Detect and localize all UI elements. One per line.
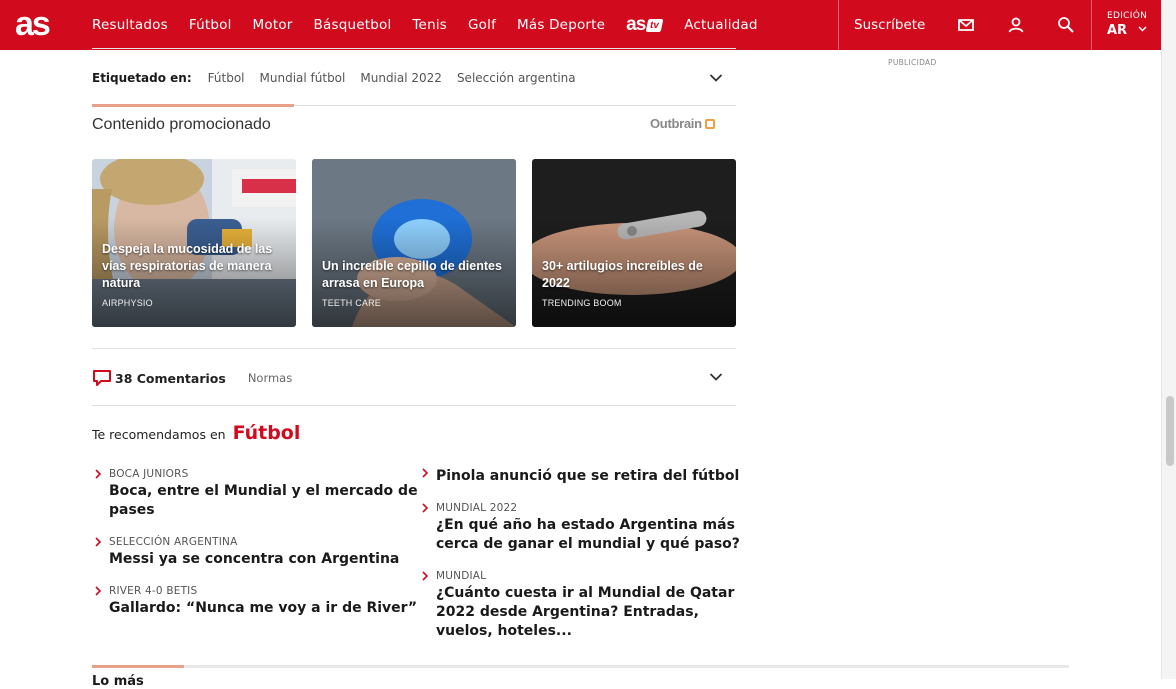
divider (92, 348, 736, 349)
article-kicker: RIVER 4-0 BETIS (109, 585, 198, 597)
article-kicker: MUNDIAL (436, 570, 487, 582)
chevron-down-icon (1138, 26, 1147, 32)
chevron-right-icon (95, 586, 102, 596)
outbrain-logo[interactable]: Outbrain (650, 116, 715, 131)
comments-rules-link[interactable]: Normas (248, 371, 292, 385)
subscribe-link[interactable]: Suscríbete (854, 17, 925, 33)
article-kicker: BOCA JUNIORS (109, 468, 189, 480)
recommended-article[interactable]: MUNDIAL ¿Cuánto cuesta ir al Mundial de … (422, 570, 746, 641)
comments-bar[interactable]: 38 Comentarios Normas (92, 369, 292, 387)
promo-card-source: TEETH CARE (322, 298, 382, 308)
divider (92, 665, 1069, 668)
promo-card-source: AIRPHYSIO (102, 298, 153, 308)
article-title: ¿Cuánto cuesta ir al Mundial de Qatar 20… (436, 585, 735, 639)
article-title: Gallardo: “Nunca me voy a ir de River” (109, 600, 418, 616)
recommended-heading: Te recomendamos en Fútbol (92, 422, 300, 444)
header-divider (1091, 0, 1092, 50)
tag-link[interactable]: Selección argentina (457, 71, 576, 85)
chevron-right-icon (422, 571, 429, 581)
recommended-article[interactable]: SELECCIÓN ARGENTINA Messi ya se concentr… (95, 536, 419, 569)
nav-mas-deporte[interactable]: Más Deporte (517, 17, 605, 33)
comments-count: 38 Comentarios (115, 370, 226, 386)
nav-actualidad[interactable]: Actualidad (684, 17, 757, 33)
recommended-article[interactable]: Pinola anunció que se retira del fútbol (422, 467, 746, 486)
main-nav: Resultados Fútbol Motor Básquetbol Tenis… (92, 0, 779, 50)
promo-card[interactable]: Un increíble cepillo de dientes arrasa e… (312, 159, 516, 327)
article-title: Pinola anunció que se retira del fútbol (436, 468, 740, 484)
promo-card-source: TRENDING BOOM (542, 298, 622, 308)
nav-golf[interactable]: Golf (468, 17, 496, 33)
promoted-content-title: Contenido promocionado (92, 116, 271, 133)
top-navigation-bar: as Resultados Fútbol Motor Básquetbol Te… (0, 0, 1161, 50)
chevron-right-icon (95, 469, 102, 479)
article-title: Boca, entre el Mundial y el mercado de p… (109, 483, 418, 518)
scrollbar-thumb[interactable] (1166, 396, 1174, 466)
recommended-article[interactable]: MUNDIAL 2022 ¿En qué año ha estado Argen… (422, 502, 746, 554)
tag-link[interactable]: Mundial fútbol (260, 71, 346, 85)
as-logo[interactable]: as (14, 6, 64, 42)
user-icon[interactable] (1006, 15, 1026, 35)
edition-code: AR (1107, 23, 1147, 38)
promo-card[interactable]: Despeja la mucosidad de las vías respira… (92, 159, 296, 327)
outbrain-mark-icon (704, 119, 715, 129)
astv-as: as (626, 14, 646, 35)
chevron-right-icon (95, 537, 102, 547)
tags-label: Etiquetado en: (92, 71, 192, 85)
section-accent-bar (92, 104, 294, 107)
divider (92, 48, 736, 49)
header-divider (838, 0, 839, 50)
tag-link[interactable]: Fútbol (208, 71, 245, 85)
search-icon[interactable] (1056, 15, 1076, 35)
recommended-prefix: Te recomendamos en (92, 427, 226, 442)
promo-card-title: Un increíble cepillo de dientes arrasa e… (322, 259, 502, 290)
article-kicker: SELECCIÓN ARGENTINA (109, 536, 238, 548)
edition-code-text: AR (1107, 23, 1128, 38)
promo-card[interactable]: 30+ artilugios increíbles de 2022 TRENDI… (532, 159, 736, 327)
comments-expand-chevron-icon[interactable] (709, 372, 723, 382)
edition-selector[interactable]: EDICIÓN AR (1107, 11, 1147, 38)
chevron-right-icon (422, 468, 429, 478)
nav-resultados[interactable]: Resultados (92, 17, 168, 33)
edition-label: EDICIÓN (1107, 11, 1148, 21)
promo-card-title: 30+ artilugios increíbles de 2022 (542, 259, 703, 290)
nav-tenis[interactable]: Tenis (412, 17, 447, 33)
article-tags: Etiquetado en: Fútbol Mundial fútbol Mun… (92, 71, 591, 85)
nav-basquetbol[interactable]: Básquetbol (314, 17, 392, 33)
article-title: Messi ya se concentra con Argentina (109, 551, 400, 567)
next-section-title: Lo más (92, 674, 144, 689)
nav-motor[interactable]: Motor (253, 17, 293, 33)
article-title: ¿En qué año ha estado Argentina más cerc… (436, 517, 740, 552)
chevron-right-icon (422, 503, 429, 513)
svg-text:as: as (15, 6, 50, 42)
comment-icon (93, 370, 111, 386)
astv-tv: tv (645, 18, 664, 32)
recommended-article[interactable]: BOCA JUNIORS Boca, entre el Mundial y el… (95, 468, 419, 520)
outbrain-text: Outbrain (650, 116, 702, 131)
section-accent-bar (92, 665, 184, 668)
promo-card-title: Despeja la mucosidad de las vías respira… (102, 242, 273, 290)
ad-label: PUBLICIDAD (888, 58, 937, 67)
tags-expand-chevron-icon[interactable] (709, 73, 723, 83)
astv-logo[interactable]: as tv (626, 14, 664, 35)
nav-futbol[interactable]: Fútbol (189, 17, 232, 33)
recommended-article[interactable]: RIVER 4-0 BETIS Gallardo: “Nunca me voy … (95, 585, 419, 618)
tag-link[interactable]: Mundial 2022 (360, 71, 442, 85)
article-kicker: MUNDIAL 2022 (436, 502, 518, 514)
recommended-section-link[interactable]: Fútbol (233, 422, 301, 444)
mail-icon[interactable] (956, 15, 976, 35)
page-scrollbar[interactable] (1161, 0, 1176, 679)
divider (92, 405, 736, 406)
